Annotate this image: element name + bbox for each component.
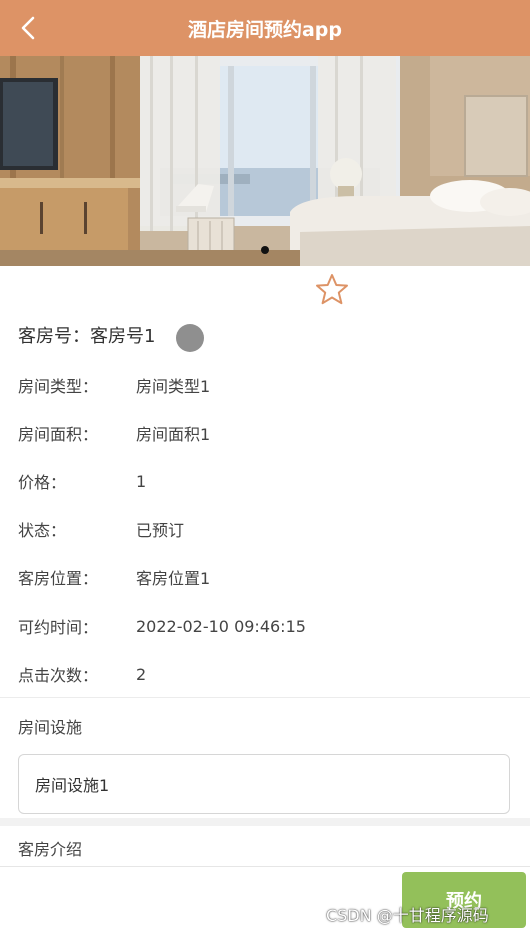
detail-value: 2 — [136, 664, 147, 684]
page-title: 酒店房间预约app — [187, 18, 343, 41]
carousel-dot-active[interactable] — [261, 246, 269, 254]
detail-value: 客房位置1 — [136, 569, 211, 588]
room-number: 客房号： 客房号1 — [18, 322, 155, 348]
room-photo-carousel[interactable] — [0, 56, 530, 266]
chevron-left-icon — [21, 16, 35, 40]
back-button[interactable] — [8, 8, 48, 48]
detail-label: 价格： — [18, 473, 67, 492]
favorite-button[interactable] — [314, 272, 350, 308]
detail-label: 可约时间： — [18, 618, 99, 637]
detail-value: 2022-02-10 09:46:15 — [136, 616, 306, 636]
facilities-field[interactable]: 房间设施1 — [18, 754, 510, 814]
hotel-room-photo — [0, 56, 530, 266]
detail-label: 房间类型： — [18, 377, 99, 396]
detail-value: 房间面积1 — [136, 425, 211, 444]
detail-row-room-type: 房间类型： 房间类型1 — [18, 373, 210, 397]
detail-label: 点击次数： — [18, 666, 99, 685]
detail-row-click-count: 点击次数： 2 — [18, 662, 146, 686]
detail-row-price: 价格： 1 — [18, 469, 146, 493]
touch-cursor-indicator — [176, 324, 204, 352]
facilities-title: 房间设施 — [18, 718, 83, 737]
carousel-indicators — [0, 246, 530, 254]
detail-row-status: 状态： 已预订 — [18, 517, 184, 541]
detail-value: 已预订 — [136, 521, 185, 540]
room-number-value: 客房号1 — [90, 326, 156, 347]
app-header: 酒店房间预约app — [0, 0, 530, 56]
star-outline-icon — [316, 274, 348, 305]
intro-title: 客房介绍 — [18, 840, 83, 859]
room-number-label: 客房号： — [18, 326, 90, 347]
detail-value: 房间类型1 — [136, 377, 211, 396]
detail-row-available-time: 可约时间： 2022-02-10 09:46:15 — [18, 614, 306, 638]
detail-label: 客房位置： — [18, 569, 99, 588]
book-button[interactable]: 预约 — [402, 872, 526, 928]
detail-row-location: 客房位置： 客房位置1 — [18, 565, 210, 589]
divider — [0, 697, 530, 698]
section-separator — [0, 818, 530, 826]
facilities-value: 房间设施1 — [35, 776, 110, 795]
detail-label: 状态： — [18, 521, 67, 540]
detail-value: 1 — [136, 471, 147, 491]
detail-row-room-area: 房间面积： 房间面积1 — [18, 421, 210, 445]
book-button-label: 预约 — [446, 891, 482, 912]
detail-label: 房间面积： — [18, 425, 99, 444]
